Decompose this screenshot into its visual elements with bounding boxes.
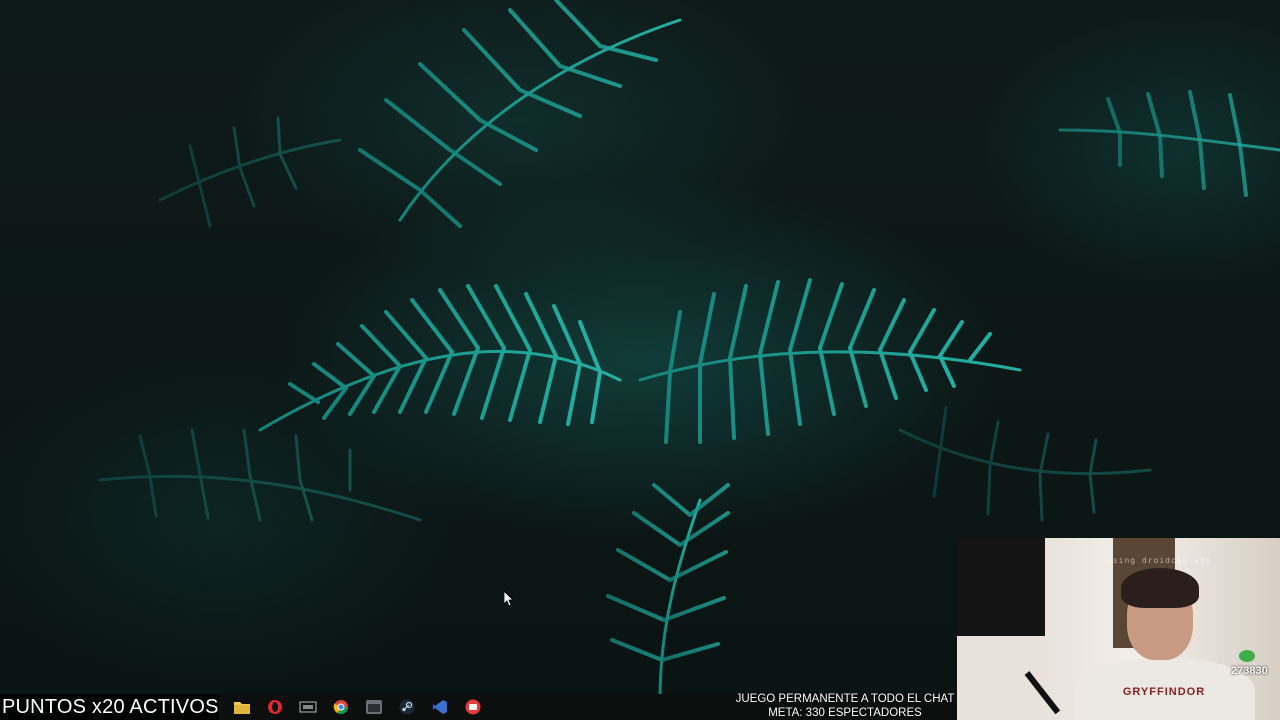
chrome-icon[interactable]	[331, 697, 351, 717]
visual-studio-icon[interactable]	[430, 697, 450, 717]
window-icon[interactable]	[364, 697, 384, 717]
file-explorer-icon[interactable]	[232, 697, 252, 717]
webcam-feed: GRYFFINDOR using droidcam.app 273830	[957, 538, 1280, 720]
counter-badge: 273830	[1231, 665, 1268, 677]
webcam-person-hair	[1121, 568, 1199, 608]
goal-line-1: JUEGO PERMANENTE A TODO EL CHAT	[735, 693, 955, 705]
shirt-logo: GRYFFINDOR	[1122, 686, 1206, 698]
droidcam-watermark: using droidcam.app	[1107, 556, 1212, 565]
taskbar-pinned-apps	[232, 697, 483, 717]
steam-icon[interactable]	[397, 697, 417, 717]
goal-overlay: JUEGO PERMANENTE A TODO EL CHAT META: 33…	[732, 692, 958, 720]
goal-line-2: META: 330 ESPECTADORES	[768, 707, 922, 719]
app-red-icon[interactable]	[463, 697, 483, 717]
opera-icon[interactable]	[265, 697, 285, 717]
lunar-client-icon[interactable]	[298, 697, 318, 717]
points-banner: PUNTOS x20 ACTIVOS	[0, 694, 219, 720]
mouse-cursor-icon	[504, 591, 514, 607]
frog-emote-icon	[1239, 650, 1255, 662]
